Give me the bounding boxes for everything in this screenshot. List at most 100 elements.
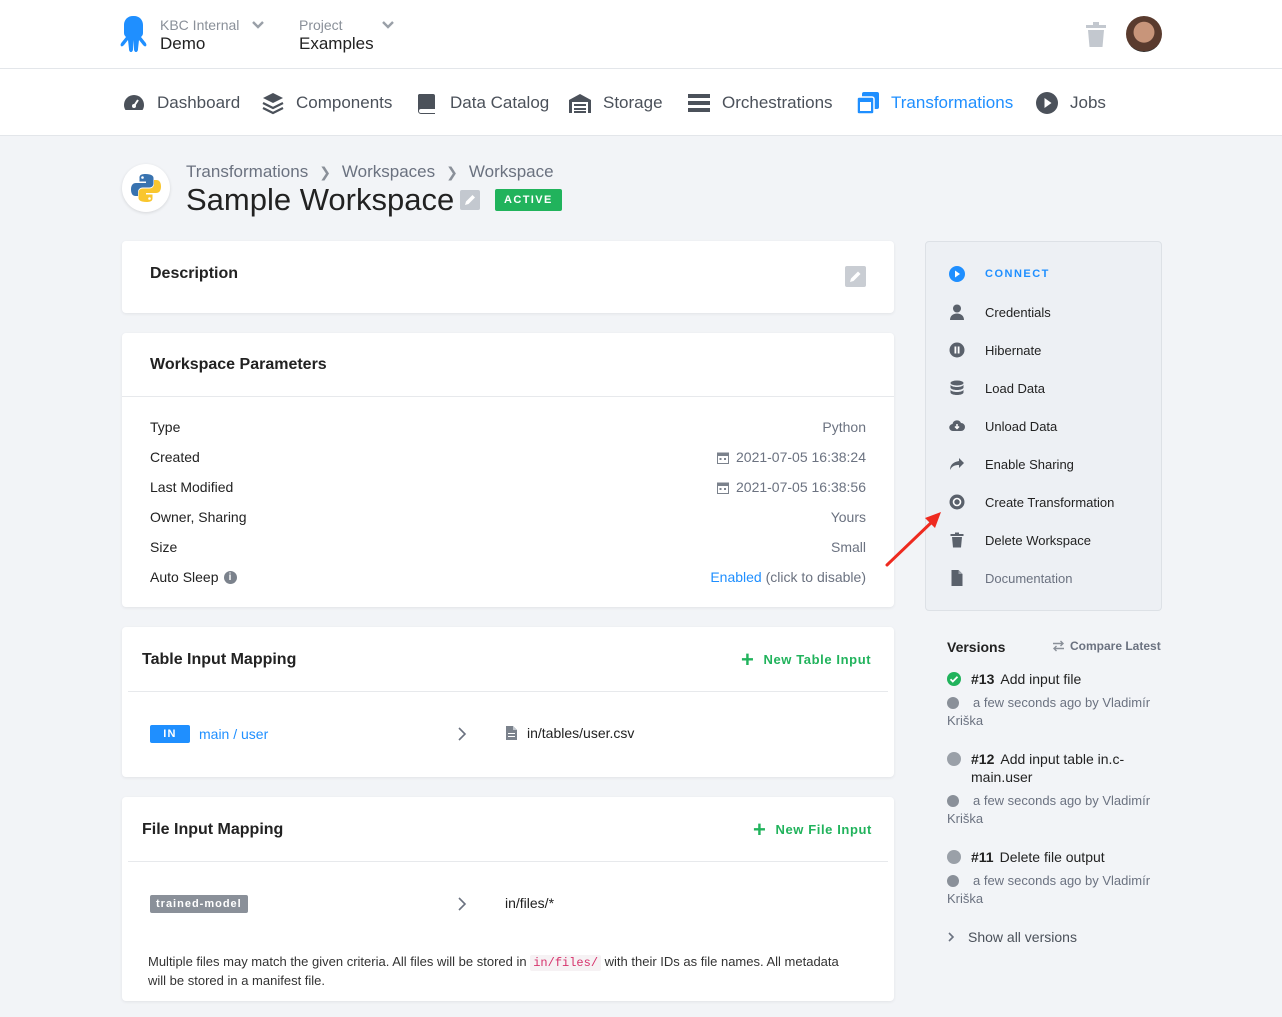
credentials-label: Credentials bbox=[985, 304, 1051, 320]
new-table-input-button[interactable]: + New Table Input bbox=[741, 646, 872, 672]
nav-label: Orchestrations bbox=[722, 93, 833, 112]
calendar-icon bbox=[717, 482, 729, 494]
nav-transformations[interactable]: Transformations bbox=[856, 91, 1013, 115]
load-data-label: Load Data bbox=[985, 380, 1045, 396]
organization-switcher[interactable]: KBC Internal Demo bbox=[160, 17, 239, 55]
version-item[interactable]: #11 Delete file output a few seconds ago … bbox=[947, 848, 1162, 908]
param-row-auto-sleep: Auto Sleep i Enabled (click to disable) bbox=[150, 569, 866, 589]
top-bar: KBC Internal Demo Project Examples bbox=[0, 0, 1282, 69]
nav-label: Dashboard bbox=[157, 93, 241, 112]
compare-latest-button[interactable]: Compare Latest bbox=[1052, 639, 1161, 653]
hibernate-button[interactable]: Hibernate bbox=[948, 340, 1041, 360]
nav-storage[interactable]: Storage bbox=[568, 91, 663, 115]
check-circle-icon bbox=[947, 672, 961, 686]
nav-label: Data Catalog bbox=[450, 93, 550, 112]
keboola-logo-icon[interactable] bbox=[120, 14, 148, 54]
version-heading: #12 Add input table in.c-main.user bbox=[947, 750, 1162, 786]
play-circle-icon bbox=[1036, 92, 1058, 114]
param-value: Python bbox=[822, 419, 866, 435]
warehouse-icon bbox=[569, 94, 591, 113]
calendar-icon bbox=[717, 452, 729, 464]
auto-sleep-hint: (click to disable) bbox=[765, 569, 866, 585]
plus-icon: + bbox=[753, 816, 767, 842]
created-date: 2021-07-05 16:38:24 bbox=[736, 449, 866, 465]
breadcrumb-transformations[interactable]: Transformations bbox=[186, 162, 308, 182]
exchange-icon bbox=[1053, 640, 1064, 652]
project-name: Examples bbox=[299, 34, 374, 53]
nav-orchestrations[interactable]: Orchestrations bbox=[687, 91, 833, 115]
nav-dashboard[interactable]: Dashboard bbox=[122, 91, 240, 115]
chevron-down-icon[interactable] bbox=[381, 20, 395, 30]
connect-button[interactable]: CONNECT bbox=[948, 264, 1050, 284]
chevron-down-icon[interactable] bbox=[251, 20, 265, 30]
version-number: #12 bbox=[971, 751, 995, 767]
version-meta-text: a few seconds ago by Vladimír Kriška bbox=[947, 873, 1151, 906]
user-avatar[interactable] bbox=[1126, 16, 1162, 52]
version-number: #13 bbox=[971, 671, 995, 687]
chevron-right-icon bbox=[458, 727, 467, 741]
version-meta: a few seconds ago by Vladimír Kriška bbox=[947, 792, 1162, 828]
parameters-title: Workspace Parameters bbox=[150, 356, 327, 373]
workspace-parameters-card: Workspace Parameters Type Python Created… bbox=[122, 333, 894, 607]
enable-sharing-label: Enable Sharing bbox=[985, 456, 1074, 472]
gear-icon bbox=[948, 493, 966, 511]
plus-icon: + bbox=[741, 646, 755, 672]
project-switcher[interactable]: Project Examples bbox=[299, 17, 374, 55]
param-label: Owner, Sharing bbox=[150, 509, 247, 525]
delete-workspace-button[interactable]: Delete Workspace bbox=[948, 530, 1091, 550]
user-icon bbox=[948, 303, 966, 321]
breadcrumb-workspaces[interactable]: Workspaces bbox=[342, 162, 435, 182]
version-meta: a few seconds ago by Vladimír Kriška bbox=[947, 694, 1162, 730]
nav-label: Jobs bbox=[1070, 93, 1106, 112]
load-data-button[interactable]: Load Data bbox=[948, 378, 1045, 398]
new-table-input-label: New Table Input bbox=[763, 652, 872, 667]
layers-icon bbox=[262, 93, 284, 115]
param-label: Created bbox=[150, 449, 200, 465]
divider bbox=[122, 396, 894, 397]
file-tag-badge[interactable]: trained-model bbox=[150, 895, 248, 913]
trash-icon bbox=[948, 531, 966, 549]
versions-title: Versions bbox=[947, 639, 1006, 655]
share-icon bbox=[948, 455, 966, 473]
info-icon[interactable]: i bbox=[223, 570, 237, 584]
create-transformation-button[interactable]: Create Transformation bbox=[948, 492, 1114, 512]
param-row-owner: Owner, Sharing Yours bbox=[150, 509, 866, 529]
nav-jobs[interactable]: Jobs bbox=[1035, 91, 1106, 115]
edit-description-icon[interactable] bbox=[845, 266, 866, 287]
create-transformation-label: Create Transformation bbox=[985, 494, 1115, 510]
table-destination-path: in/tables/user.csv bbox=[527, 725, 635, 741]
in-badge: IN bbox=[150, 725, 190, 743]
param-row-size: Size Small bbox=[150, 539, 866, 559]
file-icon bbox=[506, 726, 517, 740]
show-all-versions-label: Show all versions bbox=[968, 929, 1077, 945]
trash-icon[interactable] bbox=[1085, 22, 1107, 48]
new-file-input-button[interactable]: + New File Input bbox=[753, 816, 872, 842]
hibernate-label: Hibernate bbox=[985, 342, 1042, 358]
delete-workspace-label: Delete Workspace bbox=[985, 532, 1091, 548]
file-input-title: File Input Mapping bbox=[142, 821, 284, 838]
auto-sleep-enabled-link[interactable]: Enabled bbox=[710, 569, 761, 585]
unload-data-button[interactable]: Unload Data bbox=[948, 416, 1057, 436]
credentials-button[interactable]: Credentials bbox=[948, 302, 1051, 322]
table-source-link[interactable]: main / user bbox=[199, 726, 268, 742]
file-destination[interactable]: in/files/* bbox=[505, 895, 554, 911]
auto-sleep-label: Auto Sleep bbox=[150, 569, 219, 585]
param-label: Last Modified bbox=[150, 479, 234, 495]
edit-title-icon[interactable] bbox=[460, 190, 480, 210]
table-destination[interactable]: in/tables/user.csv bbox=[506, 725, 634, 741]
file-icon bbox=[948, 569, 966, 587]
nav-components[interactable]: Components bbox=[261, 91, 392, 115]
version-item[interactable]: #12 Add input table in.c-main.user a few … bbox=[947, 750, 1162, 828]
page-title: Sample Workspace bbox=[186, 182, 455, 217]
version-item[interactable]: #13 Add input file a few seconds ago by V… bbox=[947, 670, 1162, 730]
note-code: in/files/ bbox=[530, 955, 602, 971]
documentation-link[interactable]: Documentation bbox=[948, 568, 1072, 588]
description-card: Description bbox=[122, 241, 894, 313]
dot-icon bbox=[947, 752, 961, 766]
version-meta-text: a few seconds ago by Vladimír Kriška bbox=[947, 695, 1151, 728]
enable-sharing-button[interactable]: Enable Sharing bbox=[948, 454, 1074, 474]
show-all-versions-link[interactable]: Show all versions bbox=[947, 929, 1077, 945]
python-logo bbox=[122, 164, 170, 212]
nav-data-catalog[interactable]: Data Catalog bbox=[415, 91, 549, 115]
auto-sleep-toggle[interactable]: Enabled (click to disable) bbox=[710, 569, 866, 585]
